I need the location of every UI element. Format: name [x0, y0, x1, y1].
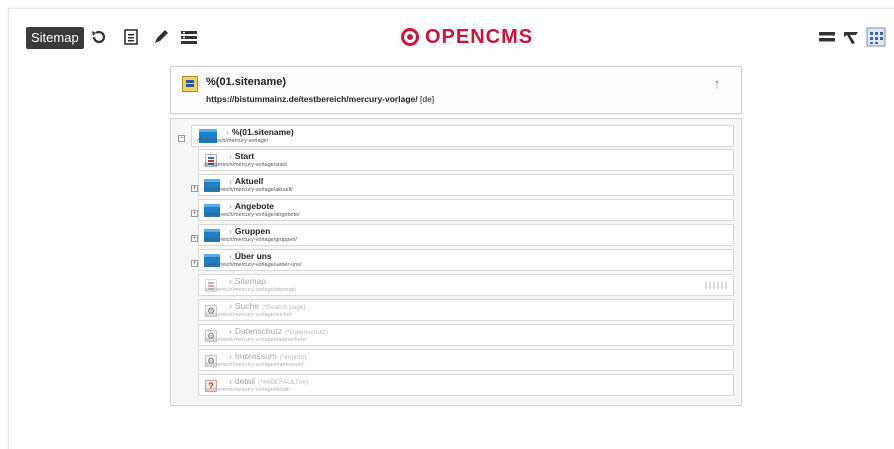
- entry-title: › Aktuell: [229, 176, 264, 186]
- opencms-logo-icon: [401, 28, 419, 46]
- entry-path: /testbereich/mercury-vorlage/sitemap/: [204, 287, 297, 293]
- entry-title: › detail (*##DEFAULT##): [229, 376, 309, 386]
- entry-title: › Sitemap: [229, 276, 267, 286]
- site-title: %(01.sitename): [206, 76, 287, 88]
- tree-entry-root[interactable]: › %(01.sitename) /testbereich/mercury-vor…: [191, 125, 734, 147]
- tree-entry-suche[interactable]: ⚙ › Suche (*Search page) /testbereich/merc…: [198, 299, 734, 321]
- entry-title: › Datenschutz (*Datenschutz): [229, 326, 329, 336]
- entry-path: /testbereich/mercury-vorlage/gruppen/: [204, 237, 297, 243]
- opencms-logo: OPENCMS: [401, 25, 533, 49]
- site-url-line: https://bistummainz.de/testbereich/mercu…: [206, 94, 434, 104]
- site-url[interactable]: https://bistummainz.de/testbereich/mercu…: [206, 94, 418, 104]
- entry-title: › %(01.sitename): [226, 127, 294, 137]
- list-view-icon[interactable]: [119, 25, 143, 49]
- entry-path: /testbereich/mercury-vorlage/suche/: [204, 312, 292, 318]
- tree-entry-impressum[interactable]: ⚙ › Impressum (*imprint) /testbereich/merc…: [198, 349, 734, 371]
- entry-title: › Suche (*Search page): [229, 301, 306, 311]
- tree-entry-datenschutz[interactable]: ⚙ › Datenschutz (*Datenschutz) /testbereic…: [198, 324, 734, 346]
- tree-entry-start[interactable]: › Start /testbereich/mercury-vorlage/star…: [198, 149, 734, 171]
- parent-level-arrow-icon[interactable]: 🠑: [715, 76, 719, 95]
- tree-entry-sitemap[interactable]: › Sitemap /testbereich/mercury-vorlage/si…: [198, 274, 734, 296]
- gallery-icon[interactable]: [177, 25, 201, 49]
- entry-title: › Über uns: [229, 251, 272, 261]
- tree-entry-ueber-uns[interactable]: › Über uns /testbereich/mercury-vorlage/u…: [198, 249, 734, 271]
- context-menu-icon[interactable]: [864, 25, 888, 49]
- entry-path: /testbereich/mercury-vorlage/aktuell/: [204, 187, 293, 193]
- expand-toggle-icon[interactable]: +: [191, 235, 198, 242]
- entry-path: /testbereich/mercury-vorlage/start/: [204, 162, 288, 168]
- sitemap-mode-button[interactable]: Sitemap: [26, 27, 84, 49]
- menu-icon[interactable]: [815, 25, 839, 49]
- entry-title: › Start: [229, 151, 255, 161]
- entry-path: /testbereich/mercury-vorlage/: [197, 138, 269, 144]
- tree-entry-aktuell[interactable]: › Aktuell /testbereich/mercury-vorlage/ak…: [198, 174, 734, 196]
- expand-toggle-icon[interactable]: +: [191, 210, 198, 217]
- sitemap-tree: − › %(01.sitename) /testbereich/mercury-v…: [170, 118, 742, 406]
- expand-toggle-icon[interactable]: +: [191, 260, 198, 267]
- tree-entry-gruppen[interactable]: › Gruppen /testbereich/mercury-vorlage/gr…: [198, 224, 734, 246]
- collapse-toggle-icon[interactable]: −: [178, 135, 185, 142]
- sitemap-editor-frame: Sitemap OPENCMS %(01.sitename) https://b…: [8, 8, 894, 449]
- undo-icon[interactable]: [87, 25, 111, 49]
- edit-pencil-icon[interactable]: [149, 25, 173, 49]
- entry-path: /testbereich/mercury-vorlage/ueber-uns/: [204, 262, 302, 268]
- entry-path: /testbereich/mercury-vorlage/datenschutz…: [204, 337, 307, 343]
- drag-handle-icon[interactable]: [705, 282, 727, 289]
- entry-title: › Angebote: [229, 201, 275, 211]
- publish-icon[interactable]: [839, 25, 863, 49]
- site-info-card: %(01.sitename) https://bistummainz.de/te…: [170, 66, 742, 114]
- tree-entry-angebote[interactable]: › Angebote /testbereich/mercury-vorlage/a…: [198, 199, 734, 221]
- entry-title: › Gruppen: [229, 226, 271, 236]
- logo-text: OPENCMS: [425, 25, 534, 48]
- site-root-icon: [182, 76, 198, 92]
- entry-path: /testbereich/mercury-vorlage/detail/: [204, 387, 290, 393]
- expand-toggle-icon[interactable]: +: [191, 185, 198, 192]
- toolbar: Sitemap OPENCMS: [9, 9, 894, 59]
- tree-entry-detail[interactable]: ? › detail (*##DEFAULT##) /testbereich/mer…: [198, 374, 734, 396]
- entry-path: /testbereich/mercury-vorlage/angebote/: [204, 212, 300, 218]
- site-locale: [de]: [419, 94, 435, 104]
- entry-title: › Impressum (*imprint): [229, 351, 307, 361]
- entry-path: /testbereich/mercury-vorlage/impressum/: [204, 362, 304, 368]
